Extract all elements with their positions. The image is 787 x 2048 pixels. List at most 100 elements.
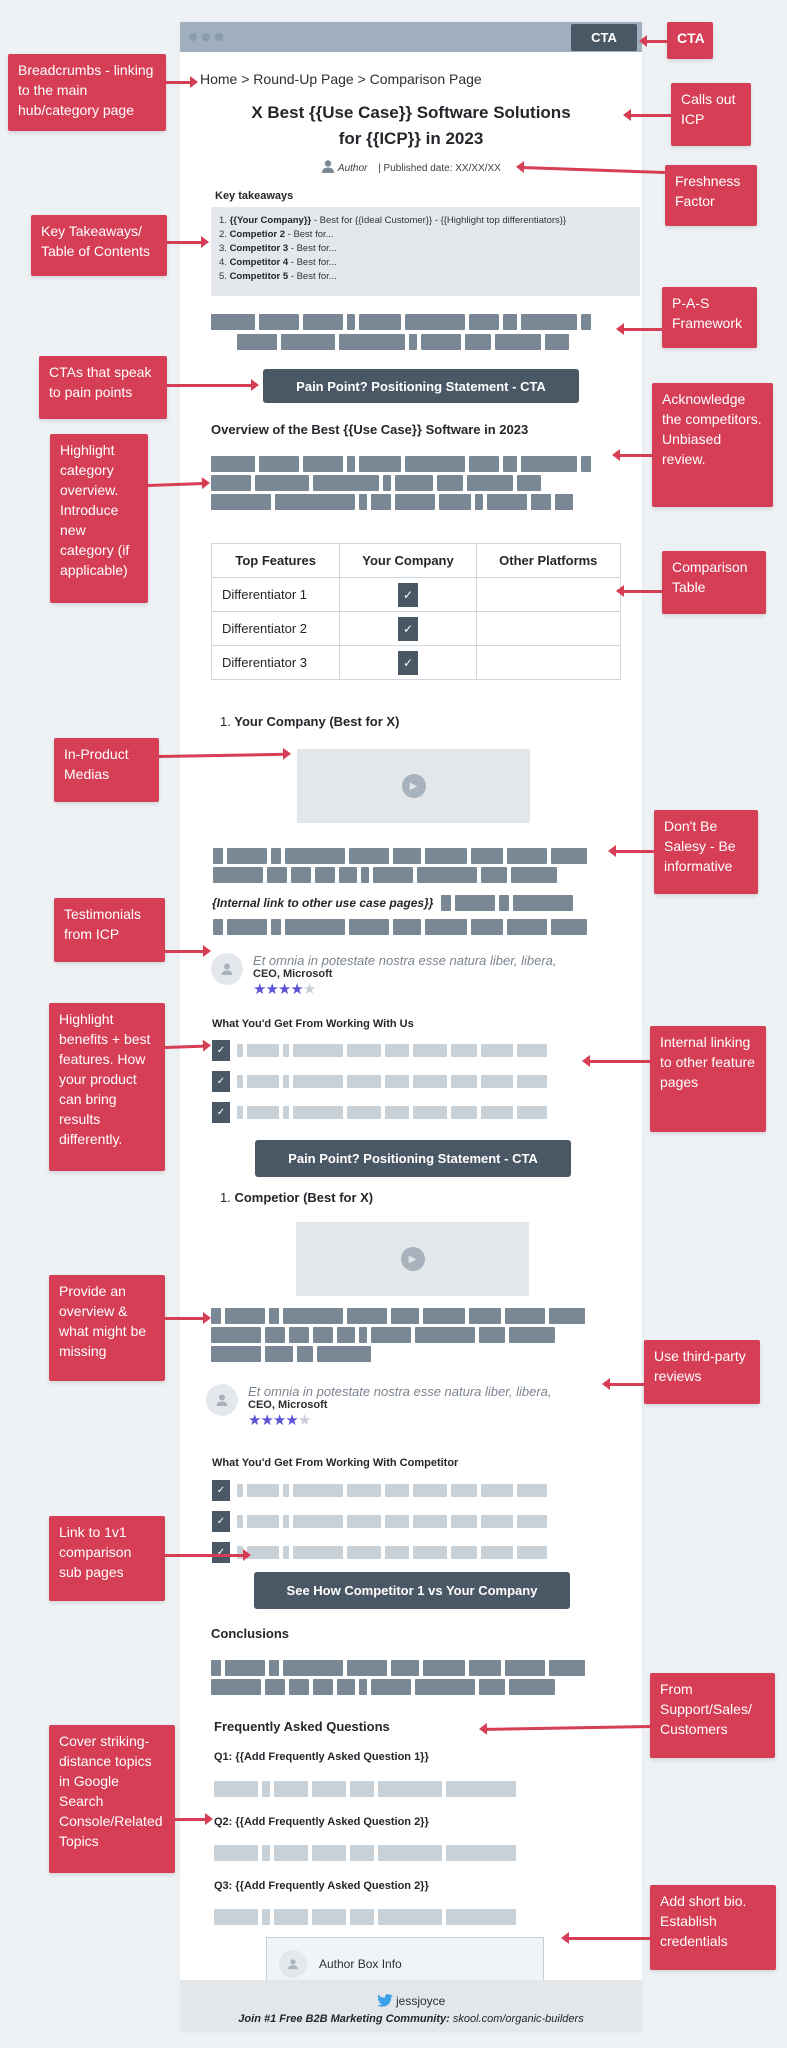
- comparison-table-body: Differentiator 1 ✓ Differentiator 2 ✓ Differ…: [210, 577, 622, 680]
- placeholder-bar: [517, 1044, 547, 1057]
- placeholder-bar: [359, 494, 367, 510]
- pain-point-cta-button-2[interactable]: Pain Point? Positioning Statement - CTA: [255, 1140, 571, 1177]
- key-takeaway-item[interactable]: 5. Competitor 5 - Best for...: [219, 270, 632, 284]
- arrow-icon: [602, 1378, 644, 1390]
- placeholder-bar: [317, 1346, 371, 1362]
- placeholder-text: [211, 1679, 621, 1695]
- other-platforms-cell: [475, 577, 622, 612]
- callout-comparison-table: Comparison Table: [662, 551, 766, 614]
- placeholder-bar: [361, 867, 369, 883]
- star-filled-icon: ★: [290, 981, 303, 998]
- placeholder-bar: [393, 919, 421, 935]
- placeholder-bar: [274, 1845, 308, 1861]
- callout-cta: CTA: [667, 22, 713, 59]
- comparison-table: Top Features Your Company Other Platforms …: [210, 543, 622, 680]
- faq-question-3[interactable]: Q3: {{Add Frequently Asked Question 2}}: [214, 1880, 429, 1892]
- placeholder-bar: [581, 456, 591, 472]
- checkmark-icon: ✓: [397, 650, 418, 675]
- avatar: [211, 953, 243, 985]
- product-media-placeholder[interactable]: ▶: [297, 749, 530, 823]
- placeholder-bar: [481, 1044, 513, 1057]
- header-cta-button[interactable]: CTA: [571, 24, 637, 51]
- key-takeaway-item[interactable]: 1. {{Your Company}} - Best for {{Ideal C…: [219, 214, 632, 228]
- page-mockup: CTA Home > Round-Up Page > Comparison Pa…: [180, 22, 642, 2032]
- placeholder-bar: [421, 334, 461, 350]
- twitter-handle[interactable]: jessjoyce: [396, 1994, 445, 2008]
- placeholder-bar: [211, 1327, 261, 1343]
- play-icon[interactable]: ▶: [401, 774, 426, 798]
- placeholder-bar: [517, 1106, 547, 1119]
- placeholder-text: [211, 475, 621, 491]
- arrow-icon: [175, 1813, 213, 1825]
- placeholder-text: [237, 1075, 547, 1088]
- internal-link[interactable]: {Internal link to other use case pages}}: [212, 896, 433, 910]
- placeholder-bar: [283, 1660, 343, 1676]
- competitor-benefits-list: ✓ ✓ ✓: [212, 1480, 612, 1563]
- benefit-item: ✓: [212, 1480, 612, 1501]
- star-filled-icon: ★: [277, 981, 291, 998]
- placeholder-bar: [481, 1106, 513, 1119]
- placeholder-bar: [415, 1327, 475, 1343]
- community-link[interactable]: skool.com/organic-builders: [453, 2013, 584, 2025]
- arrow-icon: [639, 35, 667, 47]
- callout-highlight-category: Highlight category overview. Introduce n…: [50, 434, 148, 603]
- placeholder-bar: [283, 1075, 289, 1088]
- placeholder-text: [211, 1308, 621, 1324]
- placeholder-bar: [211, 1679, 261, 1695]
- placeholder-bar: [385, 1515, 409, 1528]
- item-name: Competitor 5: [229, 271, 289, 282]
- key-takeaway-item[interactable]: 3. Competitor 3 - Best for...: [219, 242, 632, 256]
- pain-point-cta-button[interactable]: Pain Point? Positioning Statement - CTA: [263, 369, 579, 403]
- item-description: - Best for...: [288, 271, 337, 282]
- breadcrumb[interactable]: Home > Round-Up Page > Comparison Page: [200, 71, 482, 87]
- table-row: Differentiator 1 ✓: [210, 577, 622, 612]
- placeholder-bar: [339, 334, 405, 350]
- placeholder-bar: [437, 475, 463, 491]
- placeholder-bar: [349, 848, 389, 864]
- placeholder-bar: [237, 334, 277, 350]
- placeholder-bar: [262, 1845, 270, 1861]
- arrow-icon: [616, 323, 662, 335]
- callout-dont-be-salesy: Don't Be Salesy - Be informative: [654, 810, 758, 894]
- competitor-media-placeholder[interactable]: ▶: [296, 1222, 529, 1296]
- placeholder-bar: [395, 494, 435, 510]
- item-number: 5.: [219, 271, 230, 282]
- placeholder-bar: [481, 867, 507, 883]
- placeholder-bar: [211, 1660, 221, 1676]
- placeholder-bar: [371, 1679, 411, 1695]
- play-icon[interactable]: ▶: [400, 1247, 425, 1271]
- placeholder-bar: [283, 1308, 343, 1324]
- key-takeaway-item[interactable]: 2. Competior 2 - Best for...: [219, 228, 632, 242]
- table-row: Differentiator 2 ✓: [210, 611, 622, 646]
- placeholder-bar: [507, 919, 547, 935]
- placeholder-bar: [503, 314, 517, 330]
- placeholder-bar: [378, 1909, 442, 1925]
- conclusions-heading: Conclusions: [211, 1626, 290, 1641]
- placeholder-bar: [350, 1781, 374, 1797]
- placeholder-bar: [213, 867, 263, 883]
- placeholder-bar: [213, 848, 223, 864]
- placeholder-bar: [247, 1075, 279, 1088]
- placeholder-bar: [425, 848, 467, 864]
- key-takeaway-item[interactable]: 4. Competitor 4 - Best for...: [219, 256, 632, 270]
- user-icon: [216, 1394, 228, 1406]
- item-name: {{Your Company}}: [229, 215, 312, 226]
- placeholder-bar: [465, 334, 491, 350]
- arrow-icon: [561, 1932, 650, 1944]
- callout-cover-topics: Cover striking-distance topics in Google…: [49, 1725, 175, 1873]
- placeholder-text: [211, 494, 621, 510]
- placeholder-bar: [509, 1327, 555, 1343]
- faq-question-1[interactable]: Q1: {{Add Frequently Asked Question 1}}: [214, 1751, 429, 1763]
- placeholder-bar: [503, 456, 517, 472]
- faq-question-2[interactable]: Q2: {{Add Frequently Asked Question 2}}: [214, 1816, 429, 1828]
- placeholder-bar: [283, 1515, 289, 1528]
- callout-acknowledge: Acknowledge the competitors. Unbiased re…: [652, 383, 773, 507]
- placeholder-bar: [413, 1075, 447, 1088]
- placeholder-bar: [495, 334, 541, 350]
- placeholder-bar: [274, 1781, 308, 1797]
- user-icon: [288, 1959, 298, 1970]
- placeholder-bar: [265, 1346, 293, 1362]
- testimonial-quote: Et omnia in potestate nostra esse natura…: [253, 953, 557, 968]
- checkmark-icon: ✓: [212, 1102, 230, 1123]
- one-vs-one-cta-button[interactable]: See How Competitor 1 vs Your Company: [254, 1572, 570, 1609]
